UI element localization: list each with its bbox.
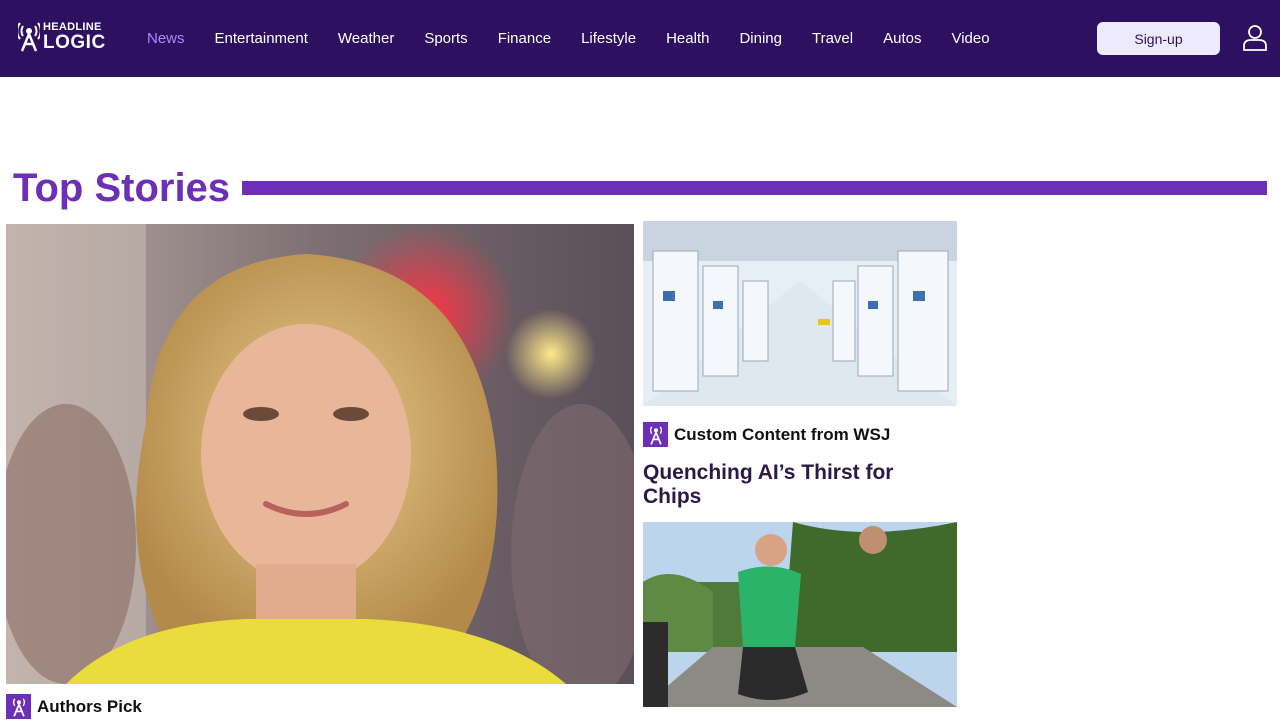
chip-factory-image[interactable] bbox=[643, 221, 957, 406]
user-icon[interactable] bbox=[1241, 23, 1269, 51]
nav-item-weather[interactable]: Weather bbox=[338, 30, 394, 47]
site-logo[interactable]: HEADLINE LOGIC bbox=[18, 20, 108, 54]
section-title: Top Stories bbox=[13, 166, 231, 210]
bodycam-image[interactable] bbox=[643, 522, 957, 707]
hero-story-image[interactable] bbox=[6, 224, 634, 684]
nav-item-health[interactable]: Health bbox=[666, 30, 709, 47]
nav-item-lifestyle[interactable]: Lifestyle bbox=[581, 30, 636, 47]
hero-story-source: Authors Pick bbox=[6, 694, 142, 719]
nav-item-sports[interactable]: Sports bbox=[424, 30, 467, 47]
nav-item-entertainment[interactable]: Entertainment bbox=[215, 30, 308, 47]
side-story-1-title[interactable]: Quenching AI’s Thirst for Chips bbox=[643, 461, 943, 509]
top-navigation-bar: HEADLINE LOGIC News Entertainment Weathe… bbox=[0, 0, 1280, 77]
logo-line-2: LOGIC bbox=[43, 32, 106, 53]
signup-button[interactable]: Sign-up bbox=[1097, 22, 1220, 55]
logo-wordmark: HEADLINE LOGIC bbox=[43, 22, 106, 53]
source-badge bbox=[643, 422, 668, 447]
source-label: Custom Content from WSJ bbox=[674, 424, 891, 444]
source-badge bbox=[6, 694, 31, 719]
nav-item-dining[interactable]: Dining bbox=[739, 30, 782, 47]
radio-tower-icon bbox=[18, 22, 40, 52]
nav-item-autos[interactable]: Autos bbox=[883, 30, 921, 47]
nav-item-finance[interactable]: Finance bbox=[498, 30, 551, 47]
nav-item-video[interactable]: Video bbox=[951, 30, 989, 47]
main-nav: News Entertainment Weather Sports Financ… bbox=[147, 0, 1020, 77]
radio-tower-icon bbox=[649, 426, 662, 445]
nav-item-travel[interactable]: Travel bbox=[812, 30, 853, 47]
section-divider bbox=[242, 181, 1267, 195]
source-label: Authors Pick bbox=[37, 696, 142, 716]
side-story-1-source: Custom Content from WSJ bbox=[643, 422, 890, 447]
radio-tower-icon bbox=[12, 698, 25, 717]
nav-item-news[interactable]: News bbox=[147, 30, 185, 47]
